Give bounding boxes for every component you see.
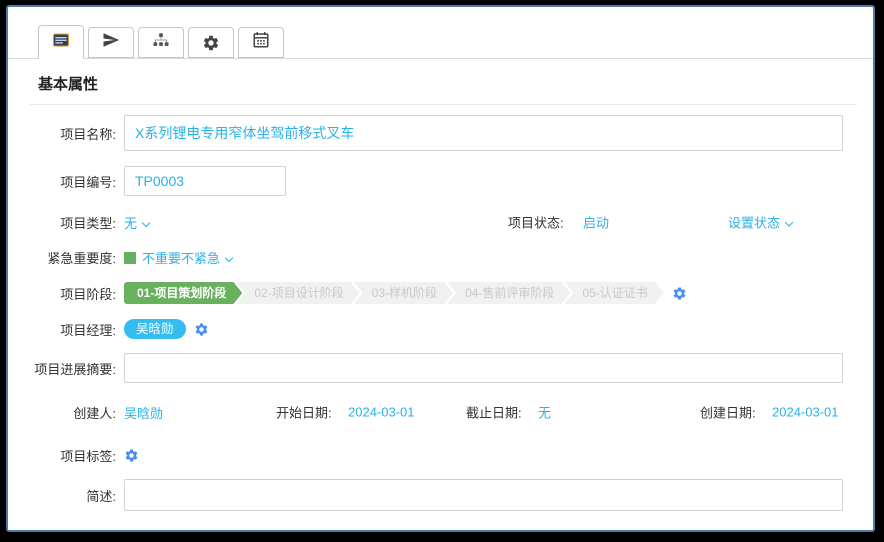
project-manager-pill[interactable]: 吴晗勋 — [124, 319, 186, 339]
stage-chip[interactable]: 01-项目策划阶段 — [124, 282, 242, 304]
deadline-label: 截止日期: — [466, 403, 522, 422]
sitemap-icon — [152, 31, 170, 54]
manager-settings-gear-icon[interactable] — [194, 322, 209, 337]
chevron-down-icon — [142, 218, 150, 226]
set-status-link[interactable]: 设置状态 — [728, 213, 792, 232]
project-tags-row: 项目标签: — [20, 445, 857, 465]
tags-settings-gear-icon[interactable] — [124, 448, 139, 463]
project-status-value[interactable]: 启动 — [583, 213, 609, 232]
brief-row: 简述: — [20, 479, 857, 511]
tab-structure[interactable] — [138, 27, 184, 58]
section-divider — [30, 104, 857, 105]
created-date-value[interactable]: 2024-03-01 — [772, 405, 839, 420]
start-date-label: 开始日期: — [276, 403, 332, 422]
project-type-label: 项目类型: — [20, 213, 124, 232]
progress-summary-input[interactable] — [124, 353, 843, 383]
stage-chip[interactable]: 02-项目设计阶段 — [236, 282, 359, 304]
project-code-row: 项目编号: — [20, 166, 857, 196]
urgency-color-square — [124, 252, 136, 264]
send-icon — [102, 31, 120, 54]
project-properties-window: 基本属性 项目名称: 项目编号: 项目类型: 无 项目状态: 启动 设置状态 紧… — [6, 5, 875, 532]
project-code-label: 项目编号: — [20, 172, 124, 191]
project-manager-row: 项目经理: 吴晗勋 — [20, 318, 857, 340]
chevron-down-icon — [225, 253, 233, 261]
stage-settings-gear-icon[interactable] — [672, 286, 687, 301]
dates-row: 创建人: 吴晗勋 开始日期: 2024-03-01 截止日期: 无 创建日期: … — [20, 402, 857, 422]
calendar-icon — [252, 31, 270, 54]
tab-basic-info[interactable] — [38, 25, 84, 59]
urgency-row: 紧急重要度: 不重要不紧急 — [20, 247, 857, 267]
project-type-status-row: 项目类型: 无 项目状态: 启动 设置状态 — [20, 212, 857, 232]
tab-calendar[interactable] — [238, 27, 284, 58]
gear-icon — [202, 34, 220, 52]
project-manager-label: 项目经理: — [20, 320, 124, 339]
chevron-down-icon — [785, 218, 793, 226]
progress-summary-row: 项目进展摘要: — [20, 353, 857, 383]
start-date-value[interactable]: 2024-03-01 — [348, 405, 415, 420]
project-stages-row: 项目阶段: 01-项目策划阶段02-项目设计阶段03-样机阶段04-售前评审阶段… — [20, 282, 857, 304]
project-name-row: 项目名称: — [20, 115, 857, 151]
created-date-label: 创建日期: — [700, 403, 756, 422]
brief-input[interactable] — [124, 479, 843, 511]
progress-summary-label: 项目进展摘要: — [20, 359, 124, 378]
project-name-label: 项目名称: — [20, 124, 124, 143]
project-type-value[interactable]: 无 — [124, 213, 149, 232]
form-icon — [52, 31, 70, 54]
stage-chip[interactable]: 05-认证证书 — [564, 282, 663, 304]
creator-label: 创建人: — [20, 403, 124, 422]
project-name-input[interactable] — [124, 115, 843, 151]
section-title: 基本属性 — [38, 73, 857, 94]
stage-chips: 01-项目策划阶段02-项目设计阶段03-样机阶段04-售前评审阶段05-认证证… — [124, 282, 664, 304]
project-status-label: 项目状态: — [508, 213, 564, 232]
project-tags-label: 项目标签: — [20, 446, 124, 465]
stage-chip[interactable]: 04-售前评审阶段 — [447, 282, 570, 304]
brief-label: 简述: — [20, 486, 124, 505]
project-stages-label: 项目阶段: — [20, 284, 124, 303]
tab-settings[interactable] — [188, 27, 234, 58]
deadline-value[interactable]: 无 — [538, 403, 551, 422]
stage-chip[interactable]: 03-样机阶段 — [354, 282, 453, 304]
creator-value[interactable]: 吴晗勋 — [124, 403, 163, 422]
urgency-value[interactable]: 不重要不紧急 — [124, 248, 232, 267]
urgency-label: 紧急重要度: — [20, 248, 124, 267]
project-code-input[interactable] — [124, 166, 286, 196]
tab-send[interactable] — [88, 27, 134, 58]
tab-bar — [8, 23, 873, 59]
